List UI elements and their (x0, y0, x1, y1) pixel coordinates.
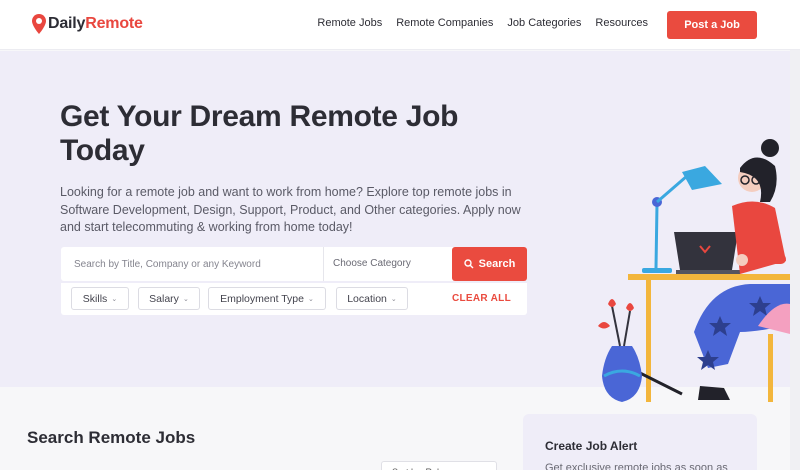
hero-section: Get Your Dream Remote Job Today Looking … (0, 51, 790, 402)
category-select[interactable]: Choose Category (333, 258, 411, 269)
filter-employment-type[interactable]: Employment Type ⌄ (208, 287, 326, 310)
search-button-label: Search (478, 258, 516, 270)
brand-name-part1: Daily (48, 15, 86, 32)
search-remote-jobs-heading: Search Remote Jobs (27, 428, 196, 447)
job-alert-card: Create Job Alert Get exclusive remote jo… (523, 414, 757, 470)
post-a-job-button[interactable]: Post a Job (667, 11, 757, 39)
filter-label: Location (347, 292, 387, 305)
search-icon (463, 259, 474, 269)
clear-all-button[interactable]: CLEAR ALL (452, 293, 511, 304)
hero-title: Get Your Dream Remote Job Today (60, 100, 459, 167)
chevron-down-icon: ⌄ (111, 295, 118, 303)
search-input[interactable] (61, 247, 323, 281)
brand-logo[interactable]: DailyRemote (32, 12, 143, 36)
filter-label: Skills (82, 292, 108, 305)
filter-salary[interactable]: Salary ⌄ (138, 287, 200, 310)
sort-select[interactable]: Sort by: Relevance (381, 461, 497, 470)
nav-remote-companies[interactable]: Remote Companies (396, 17, 493, 29)
main-nav: Remote Jobs Remote Companies Job Categor… (317, 17, 648, 29)
woman-at-desk-illustration (598, 139, 790, 402)
nav-job-categories[interactable]: Job Categories (507, 17, 581, 29)
brand-name: DailyRemote (48, 15, 143, 33)
filter-label: Salary (149, 292, 179, 305)
page-scrollbar[interactable] (790, 50, 800, 470)
location-pin-icon (32, 14, 46, 34)
job-alert-text: Get exclusive remote jobs as soon as (545, 462, 728, 470)
chevron-down-icon: ⌄ (182, 295, 189, 303)
filter-location[interactable]: Location ⌄ (336, 287, 408, 310)
chevron-down-icon: ⌄ (307, 295, 314, 303)
brand-name-part2: Remote (85, 15, 143, 32)
search-bar: Choose Category Search (61, 247, 527, 281)
top-navbar: DailyRemote Remote Jobs Remote Companies… (0, 0, 800, 50)
job-alert-title: Create Job Alert (545, 439, 638, 453)
nav-remote-jobs[interactable]: Remote Jobs (317, 17, 382, 29)
chevron-down-icon: ⌄ (390, 295, 397, 303)
search-button[interactable]: Search (452, 247, 527, 281)
filter-bar: Skills ⌄ Salary ⌄ Employment Type ⌄ Locatio… (61, 283, 527, 315)
nav-resources[interactable]: Resources (595, 17, 648, 29)
filter-skills[interactable]: Skills ⌄ (71, 287, 129, 310)
hero-subtitle: Looking for a remote job and want to wor… (60, 185, 521, 234)
search-divider (323, 247, 324, 281)
filter-label: Employment Type (220, 292, 304, 305)
